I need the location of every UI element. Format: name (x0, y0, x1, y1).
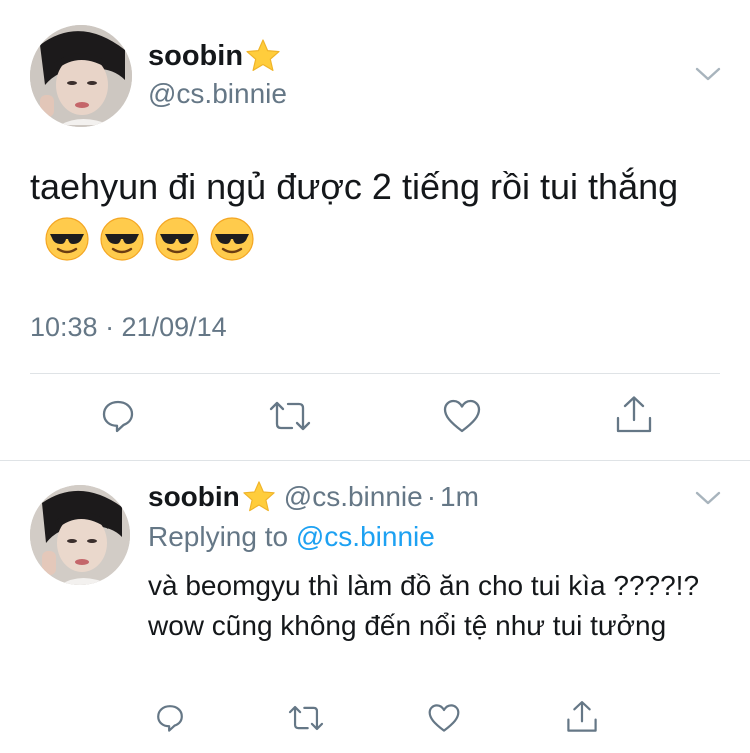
like-button[interactable] (424, 698, 464, 738)
like-icon (428, 704, 460, 732)
avatar[interactable] (30, 25, 132, 127)
replying-to-line: Replying to @cs.binnie (148, 521, 435, 553)
chevron-down-icon[interactable] (695, 490, 721, 506)
reply-header: soobin @cs.binnie · 1m (148, 480, 479, 514)
divider (30, 373, 720, 374)
tweet-time-ago[interactable]: 1m (440, 481, 479, 513)
display-name[interactable]: soobin (148, 38, 281, 74)
share-icon (616, 396, 652, 433)
sunglasses-emoji-icon (210, 217, 254, 262)
share-button[interactable] (612, 392, 656, 438)
display-name-text[interactable]: soobin (148, 40, 243, 73)
star-emoji-icon (246, 39, 280, 71)
replying-to-prefix: Replying to (148, 521, 289, 552)
tweet-thread-page: soobin @cs.binnie taehyun đi ngủ được 2 … (0, 0, 750, 753)
tweet-text: taehyun đi ngủ được 2 tiếng rồi tui thắn… (30, 160, 720, 268)
chevron-down-icon[interactable] (695, 66, 721, 82)
like-button[interactable] (440, 394, 484, 438)
retweet-button[interactable] (266, 394, 314, 438)
share-icon (567, 701, 597, 732)
retweet-button[interactable] (284, 698, 328, 738)
replying-to-link[interactable]: @cs.binnie (296, 521, 435, 552)
user-handle[interactable]: @cs.binnie (148, 78, 287, 110)
sunglasses-emoji-icon (155, 217, 199, 262)
star-emoji-icon (243, 481, 275, 512)
avatar[interactable] (30, 485, 130, 585)
retweet-icon (288, 705, 324, 731)
reply-icon (102, 400, 134, 433)
like-icon (443, 399, 481, 433)
reply-button[interactable] (150, 698, 190, 738)
display-name-text[interactable]: soobin (148, 481, 240, 513)
separator-dot: · (426, 481, 437, 512)
reply-button[interactable] (96, 394, 140, 438)
emoji-group (44, 216, 255, 262)
tweet-timestamp[interactable]: 10:38 · 21/09/14 (30, 312, 227, 343)
share-button[interactable] (562, 696, 602, 738)
section-divider (0, 460, 750, 461)
retweet-icon (269, 401, 311, 431)
user-handle[interactable]: @cs.binnie (284, 481, 423, 513)
tweet-text-body: taehyun đi ngủ được 2 tiếng rồi tui thắn… (30, 166, 679, 207)
reply-icon (157, 705, 183, 732)
sunglasses-emoji-icon (100, 217, 144, 262)
sunglasses-emoji-icon (45, 217, 89, 262)
reply-tweet-text: và beomgyu thì làm đồ ăn cho tui kìa ???… (148, 570, 700, 641)
